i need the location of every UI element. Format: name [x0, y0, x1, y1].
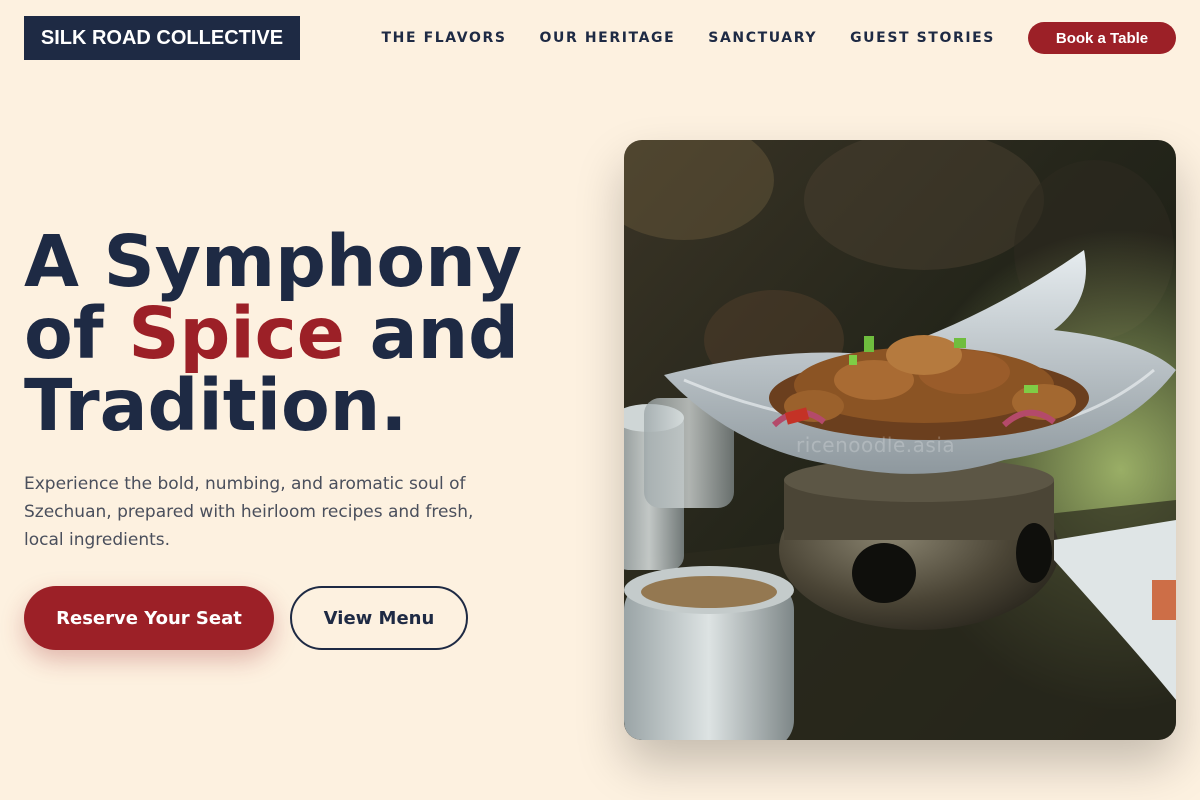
reserve-seat-button[interactable]: Reserve Your Seat	[24, 586, 274, 650]
nav-link-heritage[interactable]: OUR HERITAGE	[540, 30, 676, 46]
hero-title: A Symphony of Spice and Tradition.	[24, 226, 584, 442]
hero-title-of: of	[24, 292, 104, 375]
nav-link-guest-stories[interactable]: GUEST STORIES	[850, 30, 995, 46]
main-nav: THE FLAVORS OUR HERITAGE SANCTUARY GUEST…	[382, 22, 1176, 54]
hero-subtitle: Experience the bold, numbing, and aromat…	[24, 474, 474, 550]
view-menu-button[interactable]: View Menu	[290, 586, 468, 650]
nav-link-sanctuary[interactable]: SANCTUARY	[708, 30, 817, 46]
nav-link-flavors[interactable]: THE FLAVORS	[382, 30, 507, 46]
hero-title-accent: Spice	[128, 292, 345, 375]
hero-title-and: and	[369, 292, 519, 375]
brand-logo[interactable]: SILK ROAD COLLECTIVE	[24, 16, 300, 60]
image-watermark: ricenoodle.asia	[796, 433, 956, 457]
hero-food-image: ricenoodle.asia	[624, 140, 1176, 740]
hero-title-line1: A Symphony	[24, 220, 523, 303]
hero-title-line3: Tradition.	[24, 364, 408, 447]
book-table-button[interactable]: Book a Table	[1028, 22, 1176, 54]
